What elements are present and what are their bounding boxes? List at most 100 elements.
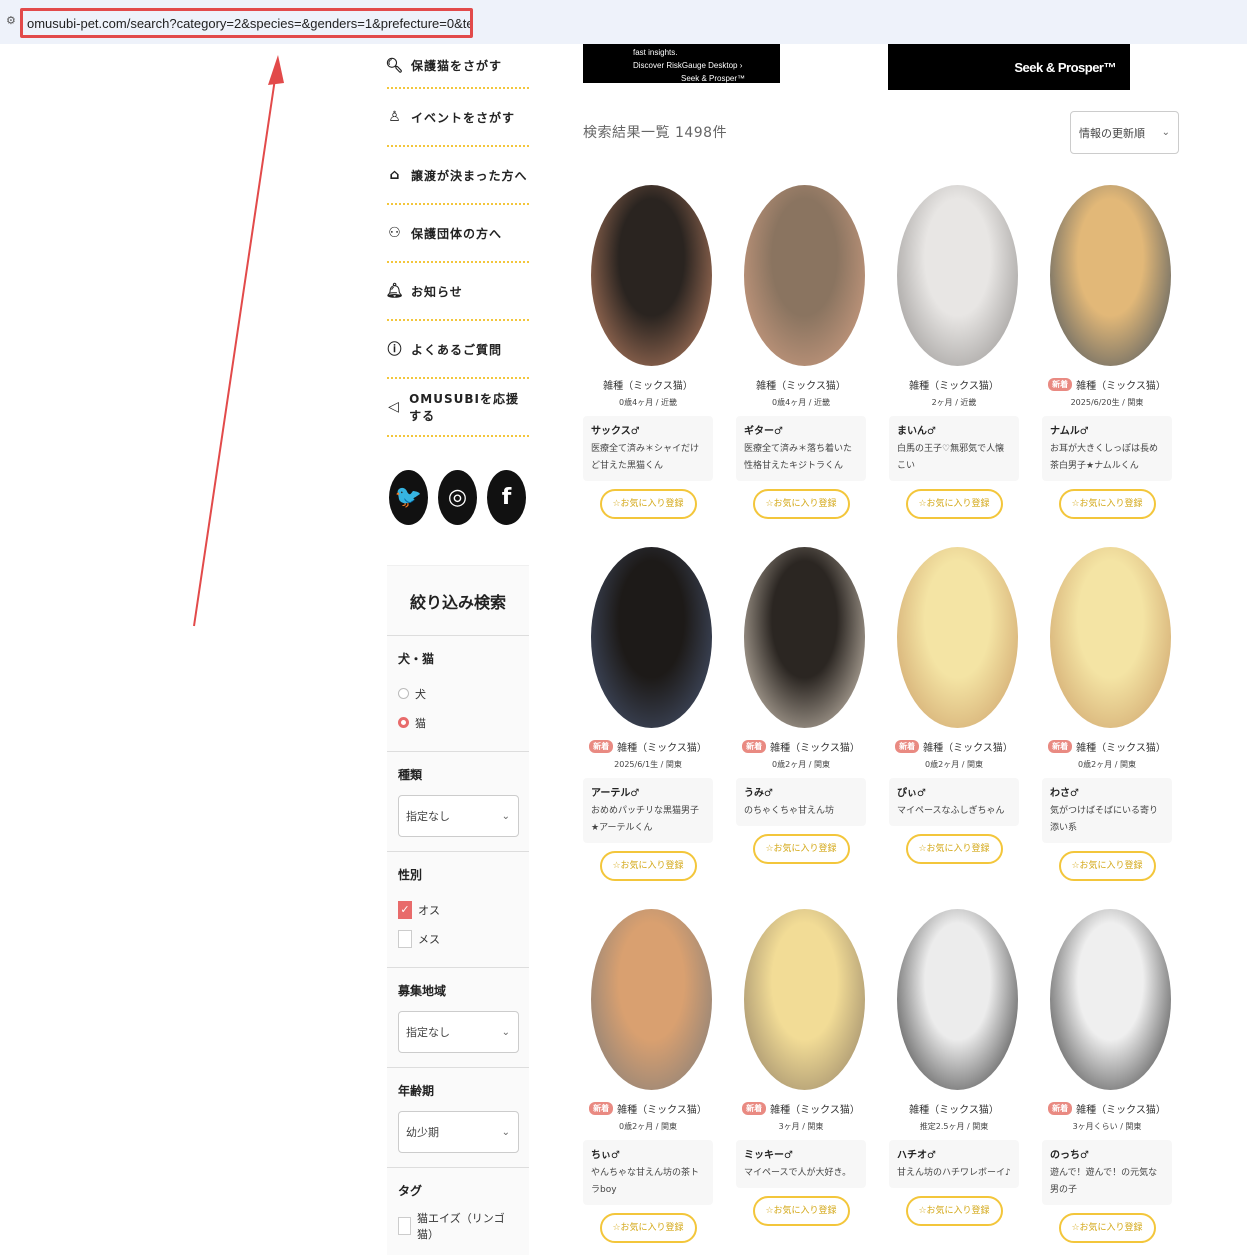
pet-photo[interactable] [1050,909,1171,1090]
pet-card[interactable]: 新着 雑種（ミックス猫） 0歳2ヶ月 / 関東 ちぃ♂ やんちゃな甘えん坊の茶トラboy… [583,909,713,1243]
pet-photo[interactable] [897,909,1018,1090]
instagram-icon[interactable]: ◎ [438,470,477,525]
type-select[interactable]: 指定なし ⌄ [398,795,519,837]
favorite-button[interactable]: ☆お気に入り登録 [905,1196,1003,1226]
pet-info[interactable]: まいん♂ 白馬の王子♡無邪気で人懐こい [889,416,1019,481]
pet-info[interactable]: ちぃ♂ やんちゃな甘えん坊の茶トラboy [583,1140,713,1205]
breed-text: 雑種（ミックス猫） [1076,743,1166,754]
side-nav: 🔍︎ 保護猫をさがす ♙ イベントをさがす ⌂ 譲渡が決まった方へ ⚇ 保護団体… [385,44,529,437]
pet-name: ぴぃ♂ [897,788,926,799]
url-field[interactable]: omusubi-pet.com/search?category=2&specie… [20,8,473,38]
pet-breed: 雑種（ミックス猫） [889,377,1019,392]
twitter-icon[interactable]: 🐦 [389,470,428,525]
nav-item-search-cats[interactable]: 🔍︎ 保護猫をさがす [385,44,529,89]
pet-photo[interactable] [897,547,1018,728]
breed-text: 雑種（ミックス猫） [617,743,707,754]
select-value: 情報の更新順 [1079,126,1145,140]
pet-photo[interactable] [744,909,865,1090]
pet-info[interactable]: ナムル♂ お耳が大きくしっぽは長め茶白男子★ナムルくん [1042,416,1172,481]
pet-info[interactable]: アーテル♂ おめめパッチリな黒猫男子★アーテルくん [583,778,713,843]
pet-photo[interactable] [744,547,865,728]
browser-address-bar: ⚙ omusubi-pet.com/search?category=2&spec… [0,0,1247,44]
nav-item-support[interactable]: ◁ OMUSUBIを応援する [387,379,529,437]
pet-info[interactable]: ギター♂ 医療全て済み＊落ち着いた性格甘えたキジトラくん [736,416,866,481]
pet-photo[interactable] [591,547,712,728]
favorite-button[interactable]: ☆お気に入り登録 [752,1196,850,1226]
pet-card[interactable]: 新着 雑種（ミックス猫） 0歳2ヶ月 / 関東 ぴぃ♂ マイペースなふしぎちゃん ☆お気に… [889,547,1019,864]
pet-breed: 新着 雑種（ミックス猫） [583,739,713,754]
site-settings-icon[interactable]: ⚙ [6,14,16,27]
nav-label: イベントをさがす [411,110,516,125]
search-icon: 🔍︎ [385,57,405,74]
ad-text: fast insights. [633,48,678,57]
filter-panel: 絞り込み検索 犬・猫 犬 猫 種類 指定なし ⌄ 性別 ✓ オス メス 募集地域 [387,565,529,1255]
nav-label: 保護猫をさがす [411,59,503,73]
pet-photo[interactable] [1050,185,1171,366]
pet-photo[interactable] [591,909,712,1090]
pet-photo[interactable] [744,185,865,366]
nav-item-events[interactable]: ♙ イベントをさがす [387,89,529,147]
pet-age-region: 2025/6/20生 / 関東 [1070,398,1144,407]
pet-photo[interactable] [1050,547,1171,728]
favorite-button[interactable]: ☆お気に入り登録 [905,834,1003,864]
region-select[interactable]: 指定なし ⌄ [398,1011,519,1053]
nav-item-organizations[interactable]: ⚇ 保護団体の方へ [387,205,529,263]
pet-photo[interactable] [591,185,712,366]
nav-item-faq[interactable]: ⓘ よくあるご質問 [387,321,529,379]
nav-item-news[interactable]: 🔔︎ お知らせ [386,263,529,321]
nav-item-adopted[interactable]: ⌂ 譲渡が決まった方へ [387,147,529,205]
pet-card[interactable]: 新着 雑種（ミックス猫） 0歳2ヶ月 / 関東 わさ♂ 気がつけばそばにいる寄り添い系 ☆… [1042,547,1172,881]
species-option-dog[interactable]: 犬 [398,679,518,708]
sort-select[interactable]: 情報の更新順 ⌄ [1070,111,1179,154]
pet-name: ミッキー♂ [744,1150,793,1161]
favorite-button[interactable]: ☆お気に入り登録 [752,834,850,864]
age-select[interactable]: 幼少期 ⌄ [398,1111,519,1153]
pet-info[interactable]: わさ♂ 気がつけばそばにいる寄り添い系 [1042,778,1172,843]
new-badge: 新着 [1048,1102,1073,1115]
pet-card[interactable]: 新着 雑種（ミックス猫） 2025/6/20生 / 関東 ナムル♂ お耳が大きくしっぽは… [1042,185,1172,519]
favorite-button[interactable]: ☆お気に入り登録 [599,489,697,519]
pet-description: 白馬の王子♡無邪気で人懐こい [897,444,1005,471]
pet-info[interactable]: のっち♂ 遊んで！遊んで！の元気な男の子 [1042,1140,1172,1205]
radio-button-selected[interactable] [398,717,409,728]
pet-info[interactable]: うみ♂ のちゃくちゃ甘えん坊 [736,778,866,826]
favorite-button[interactable]: ☆お気に入り登録 [905,489,1003,519]
facebook-icon[interactable]: f [487,470,526,525]
pet-card[interactable]: 新着 雑種（ミックス猫） 3ヶ月 / 関東 ミッキー♂ マイペースで人が大好き。 ☆お気に… [736,909,866,1226]
favorite-button[interactable]: ☆お気に入り登録 [599,1213,697,1243]
pet-card[interactable]: 新着 雑種（ミックス猫） 2025/6/1生 / 関東 アーテル♂ おめめパッチリな黒猫… [583,547,713,881]
pet-age-region: 0歳2ヶ月 / 関東 [772,760,830,769]
pet-info[interactable]: ハチオ♂ 甘えん坊のハチワレボーイ♪ [889,1140,1019,1188]
tag-option[interactable]: 猫エイズ（リンゴ猫） [398,1211,518,1241]
pet-card[interactable]: 雑種（ミックス猫） 0歳4ヶ月 / 近畿 サックス♂ 医療全て済み＊シャイだけど甘えた… [583,185,713,519]
favorite-button[interactable]: ☆お気に入り登録 [752,489,850,519]
pet-info[interactable]: サックス♂ 医療全て済み＊シャイだけど甘えた黒猫くん [583,416,713,481]
gender-option-female[interactable]: メス [398,924,518,953]
pet-card[interactable]: 新着 雑種（ミックス猫） 0歳2ヶ月 / 関東うみ♂ のちゃくちゃ甘えん坊 ☆お気に入り… [736,547,866,864]
radio-button[interactable] [398,688,409,699]
favorite-button[interactable]: ☆お気に入り登録 [1058,1213,1156,1243]
pet-card[interactable]: 雑種（ミックス猫） 2ヶ月 / 近畿 まいん♂ 白馬の王子♡無邪気で人懐こい ☆お気に入… [889,185,1019,519]
checkbox[interactable] [398,929,412,948]
ad-banner-1[interactable]: fast insights. Discover RiskGauge Deskto… [583,44,780,83]
pet-breed: 雑種（ミックス猫） [889,1101,1019,1116]
breed-text: 雑種（ミックス猫） [617,1105,707,1116]
new-badge: 新着 [589,1102,614,1115]
pet-breed: 新着 雑種（ミックス猫） [736,739,866,754]
pet-info[interactable]: ミッキー♂ マイペースで人が大好き。 [736,1140,866,1188]
pet-card[interactable]: 雑種（ミックス猫） 推定2.5ヶ月 / 関東 ハチオ♂ 甘えん坊のハチワレボーイ♪ ☆お… [889,909,1019,1226]
pet-card[interactable]: 雑種（ミックス猫） 0歳4ヶ月 / 近畿 ギター♂ 医療全て済み＊落ち着いた性格甘えた… [736,185,866,519]
checkbox-checked[interactable]: ✓ [398,900,412,919]
checkbox[interactable] [398,1216,412,1235]
ad-banner-2[interactable]: Seek & Prosper™ [888,44,1130,90]
gender-option-male[interactable]: ✓ オス [398,895,518,924]
species-option-cat[interactable]: 猫 [398,708,518,737]
favorite-button[interactable]: ☆お気に入り登録 [599,851,697,881]
pet-name: サックス♂ [591,426,640,437]
favorite-button[interactable]: ☆お気に入り登録 [1058,489,1156,519]
pet-info[interactable]: ぴぃ♂ マイペースなふしぎちゃん [889,778,1019,826]
pet-photo[interactable] [897,185,1018,366]
new-badge: 新着 [742,1102,767,1115]
pet-card[interactable]: 新着 雑種（ミックス猫） 3ヶ月くらい / 関東 のっち♂ 遊んで！遊んで！の元気な男の… [1042,909,1172,1243]
favorite-button[interactable]: ☆お気に入り登録 [1058,851,1156,881]
